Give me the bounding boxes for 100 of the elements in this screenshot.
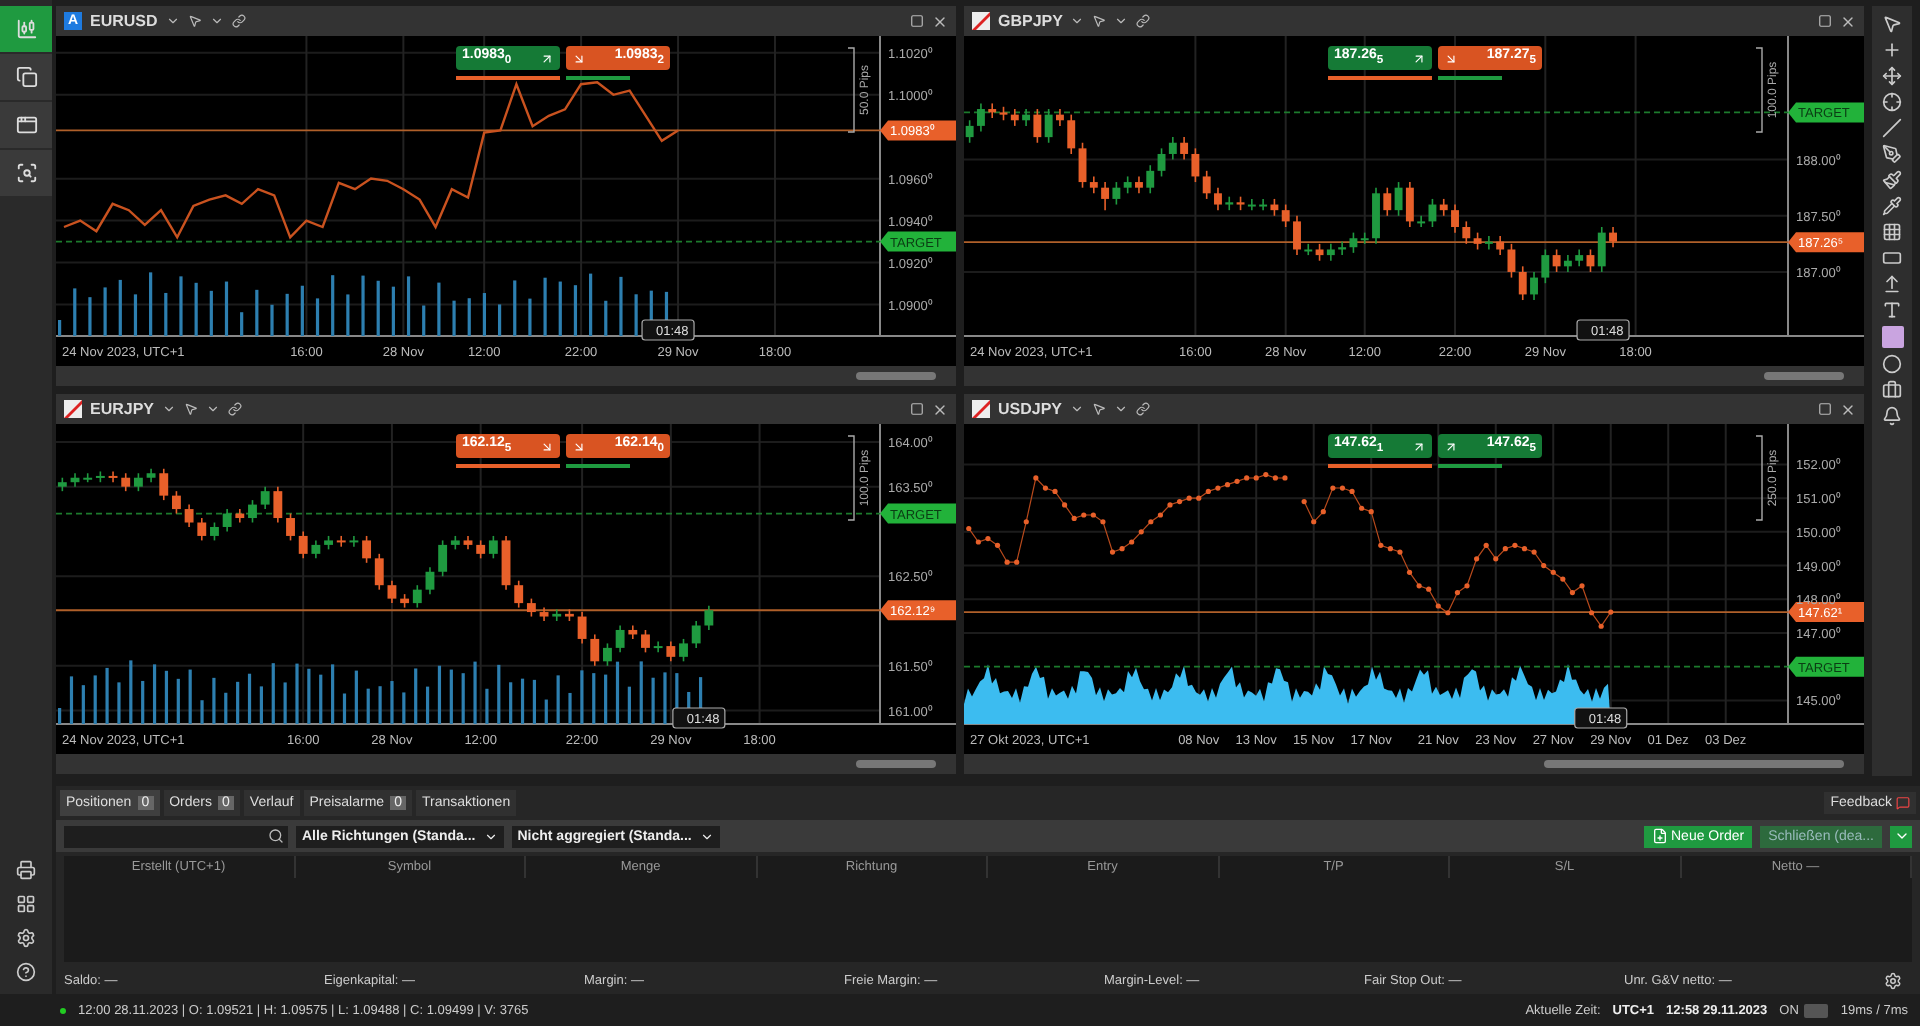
brush-icon[interactable] xyxy=(1882,170,1902,190)
candle xyxy=(184,503,194,528)
maximize-icon[interactable] xyxy=(1818,402,1832,416)
chart-icon xyxy=(15,18,37,40)
caret-icon[interactable] xyxy=(162,402,177,416)
candle xyxy=(1372,186,1380,245)
symbol-name[interactable]: EURUSD xyxy=(90,12,158,30)
pipette-icon[interactable] xyxy=(1882,196,1902,216)
symbol-name[interactable]: GBPJPY xyxy=(998,12,1063,30)
scrollbar[interactable] xyxy=(1764,372,1844,380)
maximize-icon[interactable] xyxy=(1818,14,1832,28)
scrollbar[interactable] xyxy=(1544,760,1844,768)
speech-bubble-icon xyxy=(1896,796,1910,810)
candle xyxy=(248,499,257,524)
copy-button[interactable] xyxy=(0,54,52,100)
candle xyxy=(336,535,346,548)
close-icon[interactable] xyxy=(932,401,948,417)
pen-icon[interactable] xyxy=(1882,144,1902,164)
zoom-button[interactable] xyxy=(0,150,52,196)
candle xyxy=(311,539,321,560)
help-icon[interactable] xyxy=(16,962,36,982)
link-icon[interactable] xyxy=(1136,14,1151,28)
symbol-name[interactable]: USDJPY xyxy=(998,400,1063,418)
candle xyxy=(1135,175,1143,195)
caret-icon[interactable] xyxy=(1070,14,1085,28)
symbol-name[interactable]: EURJPY xyxy=(90,400,155,418)
print-icon[interactable] xyxy=(16,860,36,880)
pointer-icon[interactable] xyxy=(1882,14,1902,34)
candle xyxy=(653,640,663,654)
bracket-drawing xyxy=(1755,435,1763,521)
target-icon[interactable] xyxy=(1882,92,1902,112)
scrollbar[interactable] xyxy=(856,760,936,768)
line-icon[interactable] xyxy=(1882,118,1902,138)
caret-icon[interactable] xyxy=(209,14,224,28)
grid-icon[interactable] xyxy=(1882,222,1902,242)
pointer-icon[interactable] xyxy=(187,14,202,28)
search-icon xyxy=(268,828,284,844)
settings-icon[interactable] xyxy=(1884,971,1902,989)
caret-icon[interactable] xyxy=(206,402,221,416)
candle xyxy=(210,521,219,542)
bracket-drawing xyxy=(847,435,855,521)
close-icon[interactable] xyxy=(1840,401,1856,417)
caret-icon xyxy=(483,829,498,843)
candle xyxy=(159,467,169,501)
color-swatch[interactable] xyxy=(1881,326,1903,348)
toggle-switch[interactable] xyxy=(1804,1003,1829,1017)
caret-icon xyxy=(699,829,714,843)
candle xyxy=(965,119,974,144)
candle xyxy=(463,535,473,551)
candle xyxy=(1056,108,1064,127)
circle-icon[interactable] xyxy=(1882,354,1902,374)
caret-icon[interactable] xyxy=(165,14,180,28)
link-icon[interactable] xyxy=(231,14,246,28)
copy-icon xyxy=(15,66,37,88)
candle xyxy=(197,517,207,542)
close-icon[interactable] xyxy=(932,13,948,29)
flag-icon xyxy=(972,12,990,30)
flag-icon xyxy=(972,400,990,418)
dropdown-button[interactable] xyxy=(1890,825,1912,847)
document-plus-icon xyxy=(1651,828,1667,844)
candle xyxy=(552,608,562,622)
candle xyxy=(324,535,333,551)
close-icon[interactable] xyxy=(1840,13,1856,29)
candle xyxy=(362,535,371,564)
candle xyxy=(641,629,650,654)
arrow-up-icon[interactable] xyxy=(1882,274,1902,294)
crosshair-icon[interactable] xyxy=(1882,40,1902,60)
candle xyxy=(349,535,359,548)
candle xyxy=(1530,271,1538,301)
settings-icon[interactable] xyxy=(16,928,36,948)
caret-icon[interactable] xyxy=(1114,402,1129,416)
candle xyxy=(260,485,270,510)
maximize-icon[interactable] xyxy=(910,14,924,28)
candle xyxy=(222,508,232,533)
link-icon[interactable] xyxy=(228,402,243,416)
scrollbar[interactable] xyxy=(856,372,936,380)
candle xyxy=(108,470,118,483)
text-icon[interactable] xyxy=(1882,300,1902,320)
bell-icon[interactable] xyxy=(1882,406,1902,426)
briefcase-icon[interactable] xyxy=(1882,380,1902,400)
layout-icon[interactable] xyxy=(16,894,36,914)
candle xyxy=(57,476,67,492)
candle xyxy=(286,512,295,542)
candle xyxy=(565,608,574,622)
window-button[interactable] xyxy=(0,102,52,148)
maximize-icon[interactable] xyxy=(910,402,924,416)
search-field[interactable] xyxy=(64,825,288,847)
candle xyxy=(666,640,676,663)
candle xyxy=(704,605,714,631)
link-icon[interactable] xyxy=(1136,402,1151,416)
arrow-up-icon xyxy=(1444,439,1458,453)
move-icon[interactable] xyxy=(1882,66,1902,86)
caret-icon[interactable] xyxy=(1114,14,1129,28)
candle xyxy=(1214,186,1222,211)
caret-icon[interactable] xyxy=(1070,402,1085,416)
candle xyxy=(590,633,600,667)
rectangle-icon[interactable] xyxy=(1882,248,1902,268)
pointer-icon[interactable] xyxy=(1092,402,1107,416)
pointer-icon[interactable] xyxy=(184,402,199,416)
pointer-icon[interactable] xyxy=(1092,14,1107,28)
